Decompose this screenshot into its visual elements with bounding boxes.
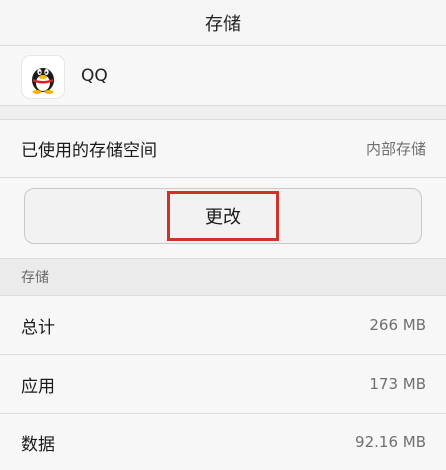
total-label: 总计 xyxy=(21,317,55,338)
spacer xyxy=(0,106,446,119)
app-size-row: 应用 173 MB xyxy=(0,355,446,413)
page-title: 存储 xyxy=(0,0,446,45)
app-name: QQ xyxy=(81,66,108,86)
storage-screen: 存储 QQ 已使用的存储空间 内部存储 更改 存储 总计 266 MB 应用 1… xyxy=(0,0,446,470)
qq-penguin-icon xyxy=(22,56,64,98)
data-size-label: 数据 xyxy=(21,434,55,455)
total-value: 266 MB xyxy=(369,316,426,334)
storage-used-label: 已使用的存储空间 xyxy=(21,141,157,161)
app-size-value: 173 MB xyxy=(369,375,426,393)
storage-used-row[interactable]: 已使用的存储空间 内部存储 xyxy=(0,120,446,177)
app-size-label: 应用 xyxy=(21,376,55,397)
total-row: 总计 266 MB xyxy=(0,296,446,354)
storage-location-value: 内部存储 xyxy=(365,140,426,158)
change-button-label: 更改 xyxy=(167,191,279,241)
app-info-row: QQ xyxy=(0,46,446,105)
storage-section-header: 存储 xyxy=(0,259,446,295)
data-size-row: 数据 92.16 MB xyxy=(0,414,446,470)
change-storage-button[interactable]: 更改 xyxy=(24,188,422,244)
data-size-value: 92.16 MB xyxy=(355,433,426,451)
